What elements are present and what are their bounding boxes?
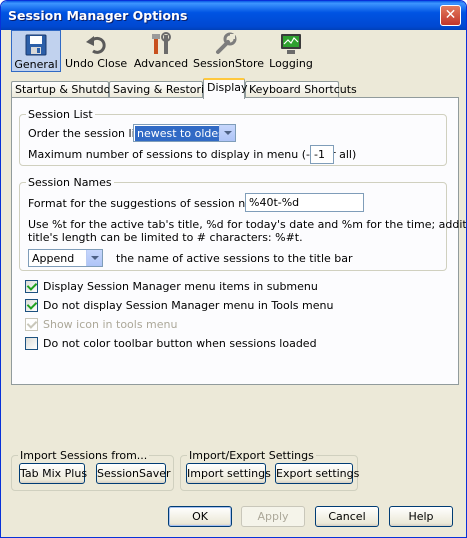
- tab-saving-restoring[interactable]: Saving & Restoring: [109, 81, 218, 98]
- session-list-group: Session List Order the session list newe…: [19, 108, 447, 166]
- title-bar[interactable]: Session Manager Options ✕: [1, 1, 466, 30]
- toolbar-logging-button[interactable]: Logging: [265, 30, 317, 72]
- chevron-down-icon: [219, 125, 235, 141]
- tab-display[interactable]: Display: [203, 78, 248, 99]
- color-toolbar-checkbox[interactable]: [25, 337, 38, 350]
- tab-keyboard-shortcuts[interactable]: Keyboard Shortcuts: [245, 81, 357, 98]
- format-help-line-2: title's length can be limited to # chara…: [28, 231, 303, 244]
- import-export-title: Import/Export Settings: [187, 449, 316, 462]
- append-select-value: Append: [32, 252, 75, 265]
- format-input[interactable]: %40t-%d: [245, 193, 364, 212]
- toolbar-general-label: General: [14, 58, 58, 71]
- toolbar-logging-label: Logging: [269, 57, 313, 70]
- chevron-down-icon: [86, 250, 102, 266]
- import-settings-button[interactable]: Import settings: [186, 463, 271, 484]
- toolbar-undo-close-button[interactable]: Undo Close: [65, 30, 127, 72]
- append-label: the name of active sessions to the title…: [116, 252, 353, 265]
- session-names-group: Session Names Format for the suggestions…: [19, 176, 466, 271]
- apply-button: Apply: [241, 506, 305, 527]
- sessionsaver-button[interactable]: SessionSaver: [96, 463, 171, 484]
- monitor-icon: [279, 32, 303, 56]
- color-toolbar-checkbox-label: Do not color toolbar button when session…: [43, 337, 317, 350]
- order-select-value: newest to oldest: [135, 126, 231, 141]
- toolbar-undo-close-label: Undo Close: [65, 57, 128, 70]
- wrench-icon: [214, 32, 238, 56]
- max-sessions-label: Maximum number of sessions to display in…: [28, 148, 357, 161]
- tools-menu-checkbox[interactable]: [25, 299, 38, 312]
- cancel-button[interactable]: Cancel: [315, 506, 379, 527]
- format-help-line-1: Use %t for the active tab's title, %d fo…: [28, 218, 467, 231]
- submenu-checkbox[interactable]: [25, 280, 38, 293]
- tools-icon: [149, 32, 173, 56]
- tab-mix-plus-button[interactable]: Tab Mix Plus: [19, 463, 87, 484]
- tools-menu-checkbox-label: Do not display Session Manager menu in T…: [43, 299, 334, 312]
- order-select[interactable]: newest to oldest: [133, 124, 236, 142]
- show-icon-checkbox: [25, 318, 38, 331]
- order-label: Order the session list: [28, 127, 145, 140]
- help-button[interactable]: Help: [389, 506, 453, 527]
- undo-arrow-icon: [84, 32, 108, 56]
- toolbar-sessionstore-button[interactable]: SessionStore: [193, 30, 265, 72]
- tab-startup-shutdown[interactable]: Startup & Shutdown: [11, 81, 126, 98]
- toolbar-general-button[interactable]: General: [11, 30, 61, 72]
- import-export-group: Import/Export Settings Import settings E…: [180, 449, 359, 491]
- ok-button[interactable]: OK: [168, 506, 232, 527]
- session-names-legend: Session Names: [26, 176, 114, 189]
- options-window: Session Manager Options ✕ General Undo C…: [0, 0, 467, 538]
- import-sessions-group: Import Sessions from... Tab Mix Plus Ses…: [11, 449, 174, 491]
- floppy-disk-icon: [24, 33, 48, 57]
- submenu-checkbox-label: Display Session Manager menu items in su…: [43, 280, 318, 293]
- toolbar-advanced-label: Advanced: [133, 57, 189, 70]
- toolbar-advanced-button[interactable]: Advanced: [133, 30, 189, 72]
- format-label: Format for the suggestions of session na…: [28, 197, 279, 210]
- display-tab-panel: Session List Order the session list newe…: [11, 97, 466, 385]
- max-sessions-input[interactable]: -1: [310, 145, 334, 164]
- session-list-legend: Session List: [26, 108, 95, 121]
- category-toolbar: General Undo Close Advanced SessionStore…: [5, 30, 462, 72]
- close-button[interactable]: ✕: [440, 5, 461, 26]
- show-icon-checkbox-label: Show icon in tools menu: [43, 318, 178, 331]
- toolbar-sessionstore-label: SessionStore: [193, 57, 265, 70]
- window-title: Session Manager Options: [8, 8, 188, 23]
- export-settings-button[interactable]: Export settings: [275, 463, 359, 484]
- import-sessions-title: Import Sessions from...: [18, 449, 150, 462]
- append-select[interactable]: Append: [28, 249, 103, 267]
